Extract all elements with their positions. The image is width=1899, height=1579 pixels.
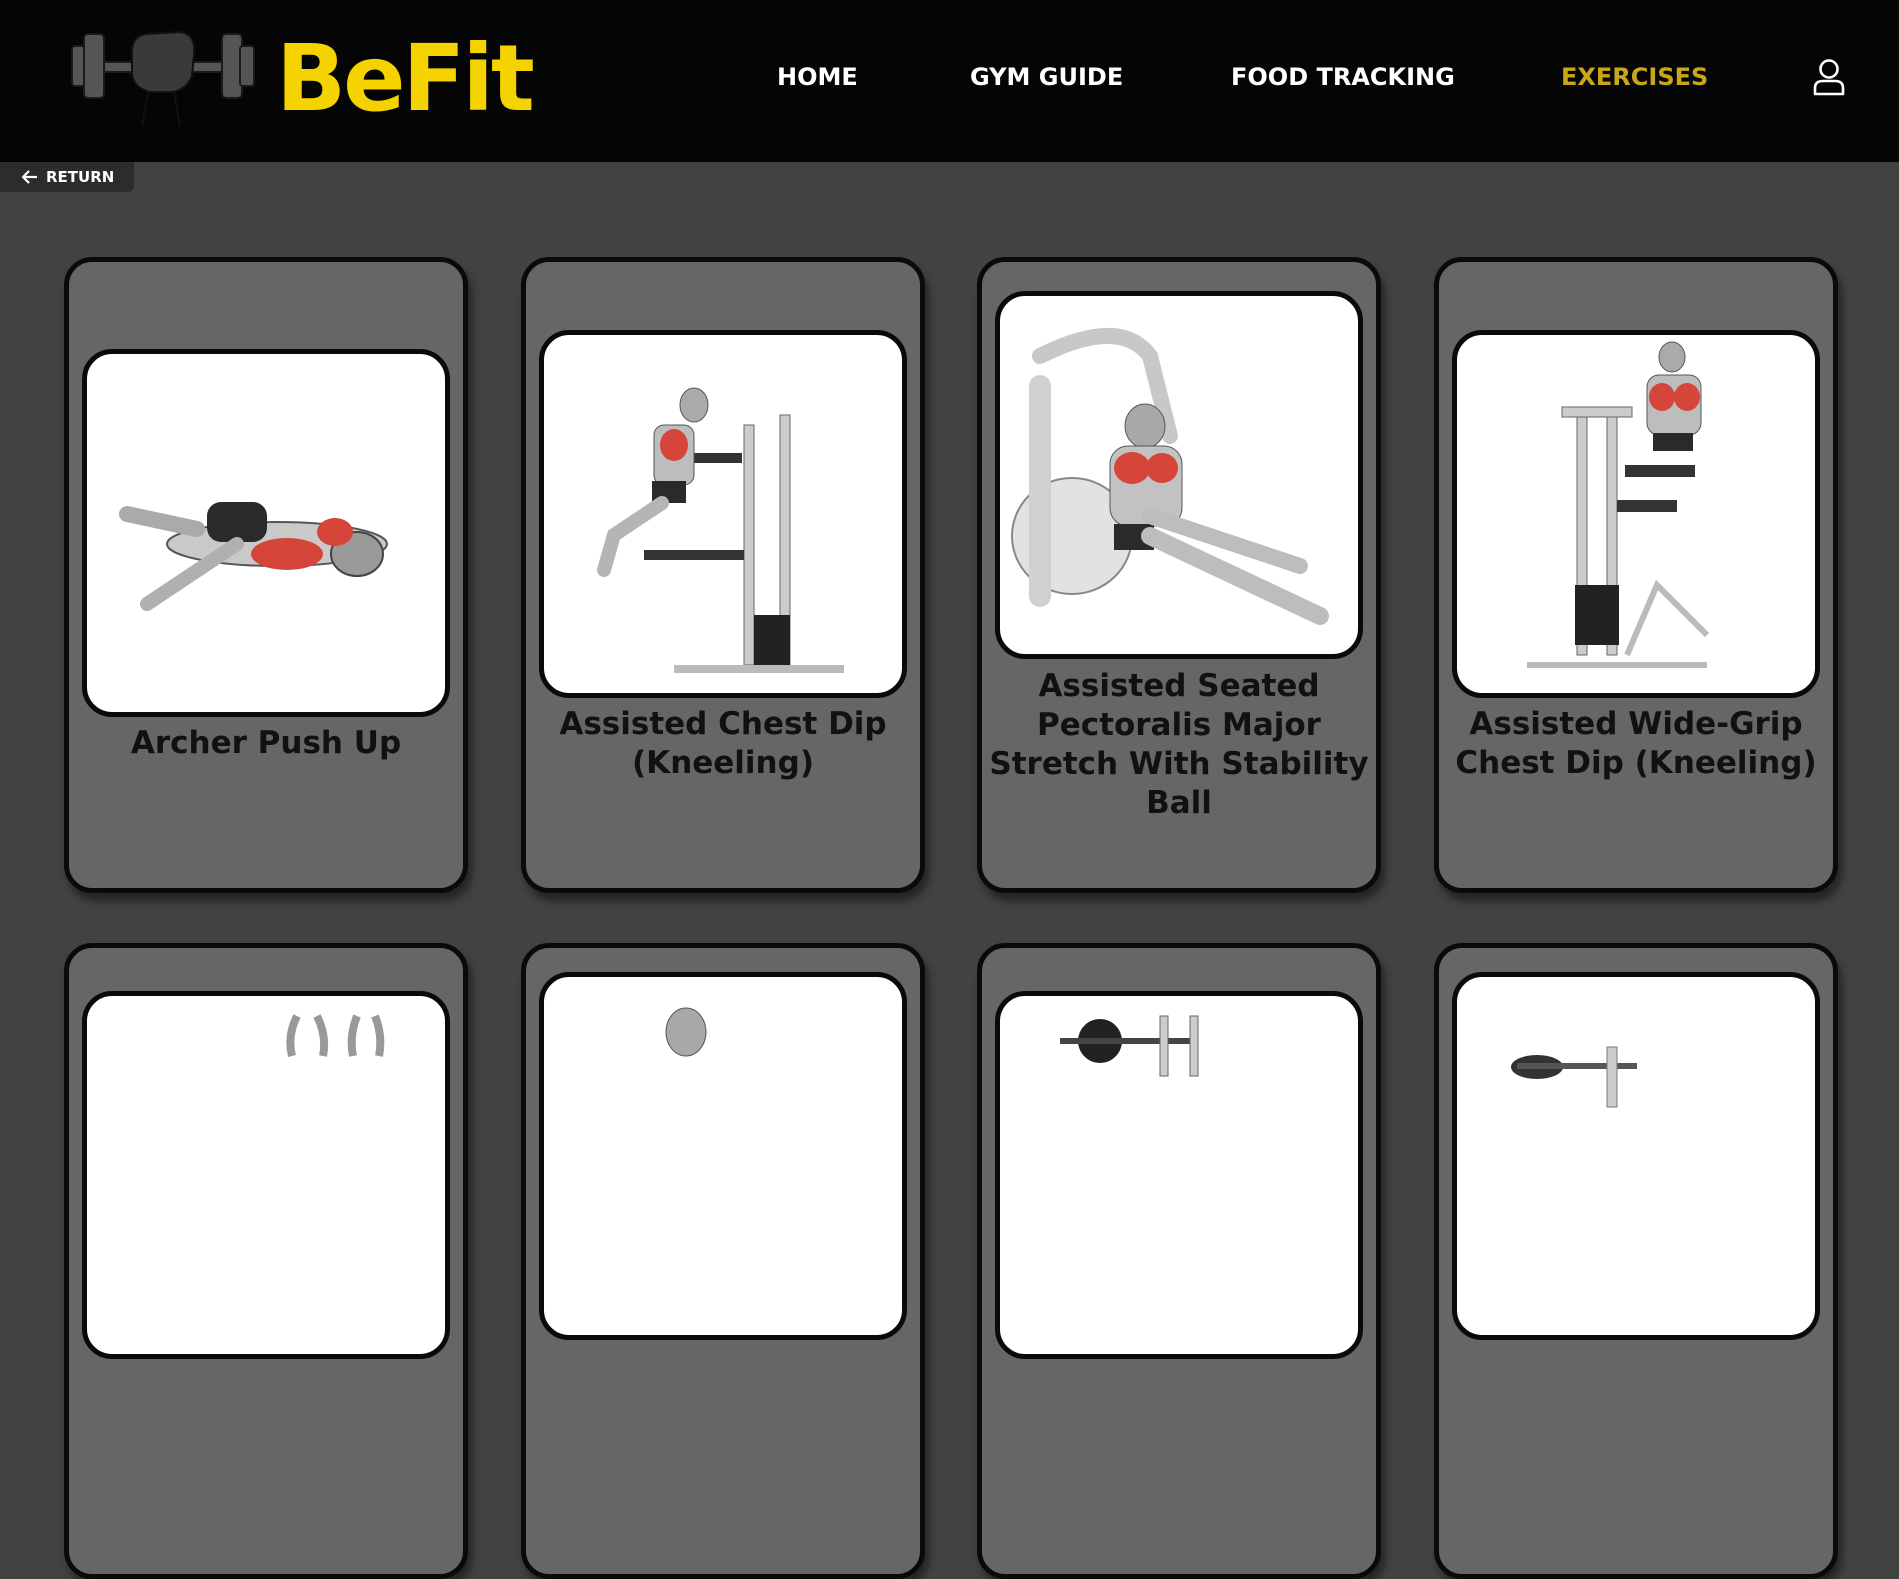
exercise-image [1452,972,1820,1340]
exercise-card-assisted-seated-pectoralis-major-stretch[interactable]: Assisted Seated Pectoralis Major Stretch… [977,257,1381,893]
exercise-card-assisted-chest-dip-kneeling[interactable]: Assisted Chest Dip (Kneeling) [521,257,925,893]
exercise-card-5[interactable] [64,943,468,1579]
exercise-card-archer-push-up[interactable]: Archer Push Up [64,257,468,893]
exercise-title: Assisted Chest Dip (Kneeling) [559,706,887,781]
dumbbell-fist-logo-icon[interactable] [70,18,256,130]
exercise-title: Archer Push Up [130,725,402,761]
arrow-left-icon [22,170,37,184]
nav-exercises[interactable]: EXERCISES [1561,63,1708,91]
nav-gym-guide[interactable]: GYM GUIDE [970,63,1123,91]
exercise-title: Assisted Seated Pectoralis Major Stretch… [989,668,1369,821]
top-navbar: BeFit HOME GYM GUIDE FOOD TRACKING EXERC… [0,0,1899,162]
return-label: RETURN [46,168,115,186]
return-button[interactable]: RETURN [0,162,134,192]
exercise-image [995,991,1363,1359]
nav-food-tracking[interactable]: FOOD TRACKING [1231,63,1455,91]
nav-home[interactable]: HOME [777,63,858,91]
exercise-title: Assisted Wide-Grip Chest Dip (Kneeling) [1455,706,1817,781]
exercise-card-8[interactable] [1434,943,1838,1579]
exercise-image [82,991,450,1359]
exercise-image [82,349,450,717]
exercise-image [995,291,1363,659]
exercise-card-assisted-wide-grip-chest-dip-kneeling[interactable]: Assisted Wide-Grip Chest Dip (Kneeling) [1434,257,1838,893]
exercise-image [539,972,907,1340]
user-icon[interactable] [1812,58,1846,96]
exercise-image [1452,330,1820,698]
exercise-card-6[interactable] [521,943,925,1579]
exercise-image [539,330,907,698]
exercise-card-7[interactable] [977,943,1381,1579]
brand-name[interactable]: BeFit [276,24,535,134]
